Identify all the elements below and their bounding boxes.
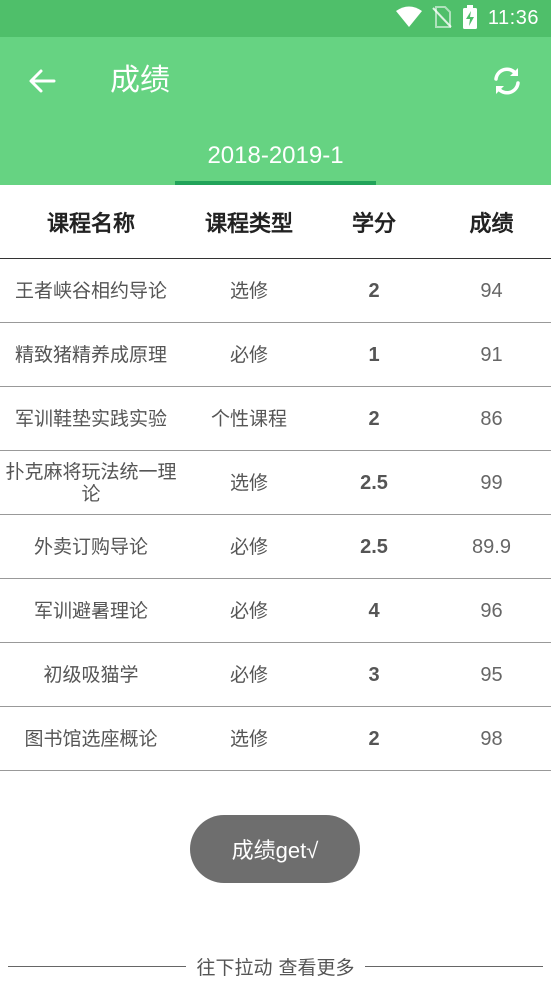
course-name: 军训避暑理论 bbox=[33, 599, 148, 622]
table-row: 军训避暑理论 必修 4 96 bbox=[0, 579, 551, 643]
header-credit: 学分 bbox=[351, 211, 396, 237]
tab-term[interactable]: 2018-2019-1 bbox=[175, 141, 376, 185]
no-sim-icon bbox=[432, 5, 452, 32]
get-grades-button[interactable]: 成绩get√ bbox=[190, 815, 360, 883]
refresh-icon[interactable] bbox=[487, 61, 527, 101]
course-type: 选修 bbox=[229, 727, 268, 750]
course-credit: 2.5 bbox=[360, 471, 388, 494]
table-row: 外卖订购导论 必修 2.5 89.9 bbox=[0, 515, 551, 579]
course-credit: 2 bbox=[368, 407, 380, 430]
table-row: 图书馆选座概论 选修 2 98 bbox=[0, 707, 551, 771]
course-name: 图书馆选座概论 bbox=[24, 727, 158, 750]
course-grade: 91 bbox=[480, 343, 503, 366]
header-course-name: 课程名称 bbox=[46, 211, 135, 237]
grades-table: 课程名称 课程类型 学分 成绩 王者峡谷相约导论 选修 2 94 精致猪精养成原… bbox=[0, 185, 551, 771]
status-bar: 11:36 bbox=[0, 0, 551, 37]
course-grade: 89.9 bbox=[472, 535, 511, 558]
table-row: 扑克麻将玩法统一理论 选修 2.5 99 bbox=[0, 451, 551, 515]
course-credit: 4 bbox=[368, 599, 380, 622]
tab-indicator bbox=[175, 181, 376, 185]
course-type: 必修 bbox=[229, 663, 268, 686]
header-grade: 成绩 bbox=[469, 211, 514, 237]
course-credit: 2 bbox=[368, 279, 380, 302]
tab-term-label: 2018-2019-1 bbox=[207, 142, 344, 169]
course-grade: 96 bbox=[480, 599, 503, 622]
course-type: 个性课程 bbox=[210, 407, 287, 430]
course-grade: 86 bbox=[480, 407, 503, 430]
course-type: 选修 bbox=[229, 279, 268, 302]
course-credit: 3 bbox=[368, 663, 380, 686]
course-type: 必修 bbox=[229, 599, 268, 622]
divider-left bbox=[8, 965, 187, 967]
course-type: 选修 bbox=[229, 471, 268, 494]
course-name: 扑克麻将玩法统一理论 bbox=[5, 460, 177, 505]
table-row: 精致猪精养成原理 必修 1 91 bbox=[0, 323, 551, 387]
battery-charging-icon bbox=[462, 4, 478, 33]
course-grade: 95 bbox=[480, 663, 503, 686]
course-name: 军训鞋垫实践实验 bbox=[14, 407, 167, 430]
status-time: 11:36 bbox=[487, 7, 539, 29]
course-name: 精致猪精养成原理 bbox=[14, 343, 167, 366]
course-credit: 1 bbox=[368, 343, 380, 366]
divider-right bbox=[364, 965, 544, 967]
arrow-left-icon[interactable] bbox=[24, 63, 60, 99]
course-type: 必修 bbox=[229, 535, 268, 558]
course-credit: 2.5 bbox=[360, 535, 388, 558]
table-header: 课程名称 课程类型 学分 成绩 bbox=[0, 185, 551, 259]
table-row: 初级吸猫学 必修 3 95 bbox=[0, 643, 551, 707]
pull-to-load-hint: 往下拉动 查看更多 bbox=[8, 952, 544, 980]
course-grade: 99 bbox=[480, 471, 503, 494]
course-grade: 94 bbox=[480, 279, 503, 302]
course-grade: 98 bbox=[480, 727, 503, 750]
course-credit: 2 bbox=[368, 727, 380, 750]
course-name: 初级吸猫学 bbox=[43, 663, 139, 686]
header-course-type: 课程类型 bbox=[204, 211, 293, 237]
course-name: 外卖订购导论 bbox=[33, 535, 148, 558]
table-row: 王者峡谷相约导论 选修 2 94 bbox=[0, 259, 551, 323]
app-bar: 成绩 2018-2019-1 bbox=[0, 37, 551, 185]
course-name: 王者峡谷相约导论 bbox=[14, 279, 167, 302]
page-title: 成绩 bbox=[110, 63, 170, 98]
course-type: 必修 bbox=[229, 343, 268, 366]
table-row: 军训鞋垫实践实验 个性课程 2 86 bbox=[0, 387, 551, 451]
wifi-icon bbox=[395, 6, 422, 32]
pull-hint-text: 往下拉动 查看更多 bbox=[196, 956, 355, 979]
